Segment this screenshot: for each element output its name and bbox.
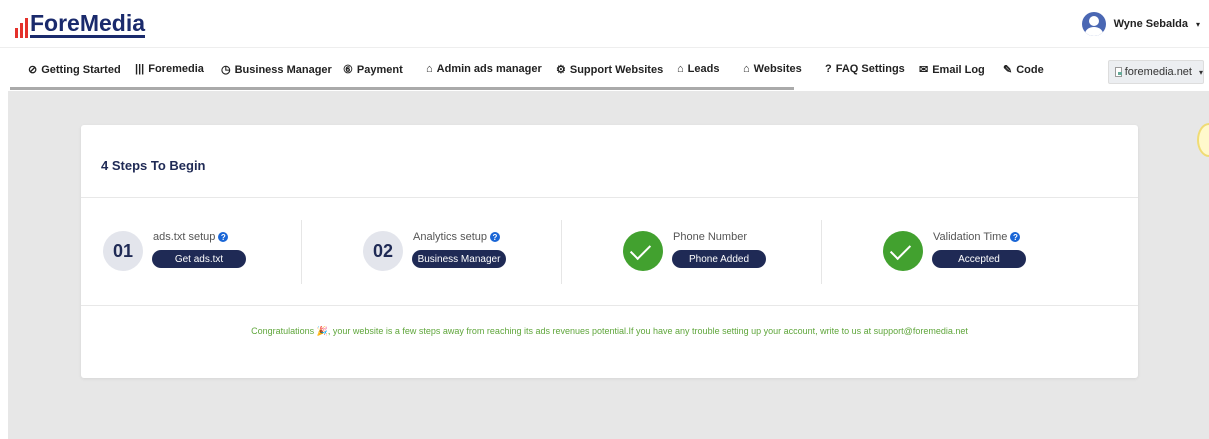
- nav-item-label: Admin ads manager: [436, 63, 542, 75]
- getting-started-card: 4 Steps To Begin 01 ads.txt setup ? Get …: [81, 125, 1138, 378]
- main-content: 4 Steps To Begin 01 ads.txt setup ? Get …: [8, 91, 1209, 439]
- phone-added-button[interactable]: Phone Added: [672, 250, 766, 268]
- bank-icon: ⌂: [677, 63, 684, 75]
- gauge-icon: ⊘: [28, 64, 38, 76]
- step-analytics: 02 Analytics setup ? Business Manager: [363, 231, 563, 275]
- top-header: ForeMedia Wyne Sebalda ▾: [0, 0, 1209, 47]
- help-icon[interactable]: ?: [218, 232, 229, 242]
- theme-toggle-icon[interactable]: [1197, 123, 1209, 157]
- divider: [81, 197, 1138, 198]
- chevron-down-icon[interactable]: ▾: [1196, 20, 1200, 29]
- step-validation-time: Validation Time ? Accepted: [883, 231, 1083, 275]
- bank-icon: ⌂: [743, 63, 750, 75]
- website-select-value: foremedia.net: [1124, 66, 1192, 78]
- nav-item-faq-settings[interactable]: ? FAQ Settings: [825, 63, 905, 75]
- nav-item-websites[interactable]: ⌂ Websites: [743, 63, 802, 75]
- help-icon[interactable]: ?: [489, 232, 500, 242]
- step-number: 01: [103, 231, 143, 271]
- divider: [821, 220, 822, 284]
- nav-item-getting-started[interactable]: ⊘ Getting Started: [28, 63, 121, 77]
- edit-icon: ✎: [1003, 64, 1013, 76]
- step-label: ads.txt setup ?: [153, 231, 229, 243]
- step-label-text: Phone Number: [673, 231, 747, 243]
- question-circle-icon: ?: [825, 63, 832, 75]
- divider: [301, 220, 302, 284]
- step-ads-txt: 01 ads.txt setup ? Get ads.txt: [103, 231, 303, 275]
- nav-scrollbar[interactable]: [10, 87, 794, 90]
- dollar-icon: ⑥: [343, 64, 353, 76]
- nav-item-label: Email Log: [932, 63, 985, 76]
- bank-icon: ⌂: [426, 63, 433, 75]
- nav-item-label: Foremedia: [148, 63, 204, 75]
- nav-item-code[interactable]: ✎ Code: [1003, 63, 1044, 77]
- pie-chart-icon: ◷: [221, 64, 231, 76]
- help-icon[interactable]: ?: [1010, 232, 1021, 242]
- nav-item-label: Getting Started: [41, 63, 121, 76]
- step-label-text: Validation Time: [933, 231, 1008, 243]
- step-number: 02: [363, 231, 403, 271]
- nav-item-leads[interactable]: ⌂ Leads: [677, 63, 719, 75]
- logo-bars-icon: [15, 18, 28, 38]
- envelope-icon: ✉: [919, 64, 929, 76]
- step-phone-number: Phone Number Phone Added: [623, 231, 823, 275]
- website-select[interactable]: foremedia.net ▾: [1108, 60, 1204, 84]
- user-menu[interactable]: Wyne Sebalda ▾: [1081, 12, 1200, 36]
- chevron-down-icon: ▾: [1198, 67, 1203, 77]
- get-ads-txt-button[interactable]: Get ads.txt: [152, 250, 246, 268]
- check-circle-icon: [883, 231, 923, 271]
- step-label: Validation Time ?: [933, 231, 1021, 243]
- divider: [81, 305, 1138, 306]
- nav-item-label: FAQ Settings: [835, 63, 905, 75]
- nav-item-label: Code: [1016, 63, 1044, 76]
- step-label: Phone Number: [673, 231, 747, 243]
- user-avatar-icon[interactable]: [1081, 12, 1106, 36]
- divider: [561, 220, 562, 284]
- foremedia-bars-icon: |||: [135, 63, 145, 75]
- nav-item-support-websites[interactable]: ⚙ Support Websites: [556, 63, 664, 77]
- main-nav: ⊘ Getting Started ||| Foremedia ◷ Busine…: [0, 47, 1209, 91]
- nav-item-label: Payment: [356, 63, 403, 76]
- step-label-text: Analytics setup: [413, 231, 487, 243]
- nav-item-admin-ads-manager[interactable]: ⌂ Admin ads manager: [426, 63, 542, 75]
- step-label: Analytics setup ?: [413, 231, 500, 243]
- nav-item-label: Leads: [687, 63, 720, 75]
- nav-item-email-log[interactable]: ✉ Email Log: [919, 63, 985, 77]
- nav-item-label: Support Websites: [569, 63, 664, 76]
- step-label-text: ads.txt setup: [153, 231, 216, 243]
- card-title: 4 Steps To Begin: [101, 158, 206, 173]
- nav-item-payment[interactable]: ⑥ Payment: [343, 63, 403, 77]
- accepted-button[interactable]: Accepted: [932, 250, 1026, 268]
- nav-item-business-manager[interactable]: ◷ Business Manager: [221, 63, 332, 77]
- foremedia-logo[interactable]: ForeMedia: [15, 10, 146, 38]
- broken-image-icon: [1115, 67, 1122, 77]
- nav-item-label: Business Manager: [234, 63, 332, 76]
- nav-item-foremedia[interactable]: ||| Foremedia: [135, 63, 204, 75]
- user-name[interactable]: Wyne Sebalda: [1114, 18, 1188, 30]
- logo-text: ForeMedia: [30, 10, 146, 38]
- congrats-message: Congratulations 🎉, your website is a few…: [251, 326, 968, 336]
- business-manager-button[interactable]: Business Manager: [412, 250, 506, 268]
- check-circle-icon: [623, 231, 663, 271]
- users-icon: ⚙: [556, 64, 566, 76]
- nav-item-label: Websites: [753, 63, 802, 75]
